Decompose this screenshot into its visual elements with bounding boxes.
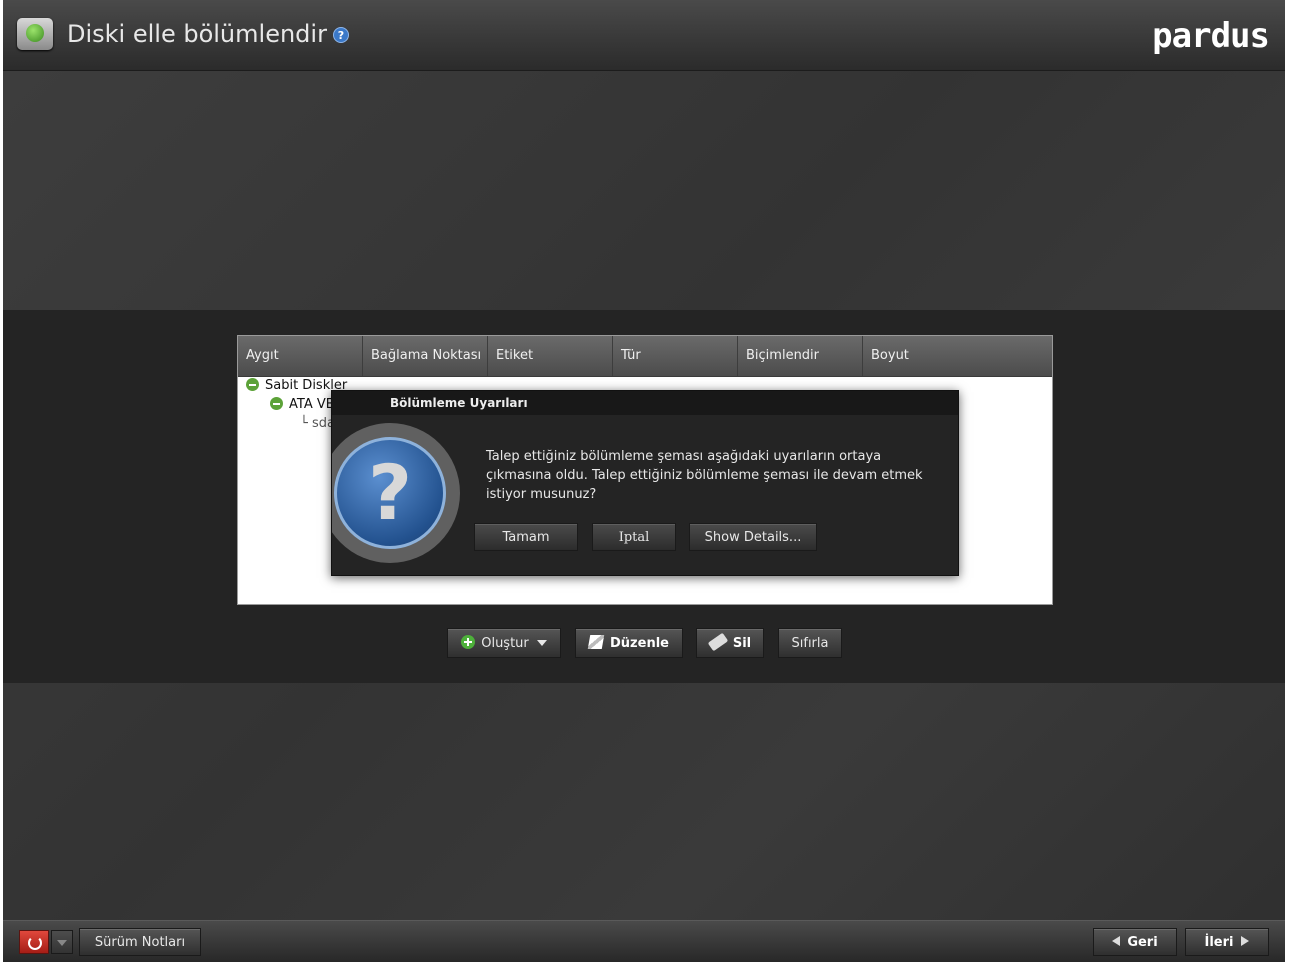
ok-button[interactable]: Tamam <box>474 523 578 551</box>
back-button-label: Geri <box>1127 935 1158 950</box>
delete-button-label: Sil <box>732 636 752 651</box>
page-title: Diski elle bölümlendir <box>67 20 327 48</box>
question-icon: ? <box>334 437 446 549</box>
column-header-format[interactable]: Biçimlendir <box>738 336 863 376</box>
edit-button-label: Düzenle <box>610 636 669 651</box>
installer-window: Diski elle bölümlendir ? pardus Aygıt Ba… <box>3 0 1285 962</box>
next-button-label: İleri <box>1204 935 1234 950</box>
help-icon[interactable]: ? <box>333 27 349 43</box>
column-header-device[interactable]: Aygıt <box>238 336 363 376</box>
eraser-icon <box>707 632 729 652</box>
arrow-right-icon <box>1241 936 1250 946</box>
dialog-title: Bölümleme Uyarıları <box>332 391 958 415</box>
chevron-down-icon <box>536 640 547 646</box>
release-notes-button[interactable]: Sürüm Notları <box>79 928 201 956</box>
partition-warning-dialog: Bölümleme Uyarıları ? Talep ettiğiniz bö… <box>331 390 959 576</box>
pardus-logo: pardus <box>1152 16 1270 56</box>
next-button[interactable]: İleri <box>1185 928 1269 956</box>
table-header: Aygıt Bağlama Noktası Etiket Tür Biçimle… <box>238 336 1052 377</box>
add-icon <box>461 635 476 649</box>
cancel-button[interactable]: Iptal <box>592 523 676 551</box>
disk-icon <box>17 18 53 50</box>
column-header-type[interactable]: Tür <box>613 336 738 376</box>
tree-branch-icon: └ <box>300 416 312 431</box>
show-details-button[interactable]: Show Details... <box>689 523 817 551</box>
arrow-left-icon <box>1112 936 1121 946</box>
question-icon-ring: ? <box>332 423 460 563</box>
back-button[interactable]: Geri <box>1093 928 1177 956</box>
column-header-size[interactable]: Boyut <box>863 336 1052 376</box>
create-button-label: Oluştur <box>481 636 529 651</box>
pencil-icon <box>587 635 605 649</box>
title-bar: Diski elle bölümlendir ? pardus <box>3 0 1285 71</box>
reset-button[interactable]: Sıfırla <box>778 628 842 658</box>
collapse-icon[interactable] <box>270 397 283 410</box>
power-icon[interactable] <box>19 930 49 954</box>
delete-button[interactable]: Sil <box>696 628 764 658</box>
chevron-down-icon[interactable] <box>51 930 73 954</box>
footer-bar: Sürüm Notları Geri İleri <box>3 920 1285 962</box>
collapse-icon[interactable] <box>246 378 259 391</box>
edit-button[interactable]: Düzenle <box>575 628 683 658</box>
column-header-label[interactable]: Etiket <box>488 336 613 376</box>
create-button[interactable]: Oluştur <box>447 628 561 658</box>
dialog-message: Talep ettiğiniz bölümleme şeması aşağıda… <box>486 449 923 502</box>
column-header-mount-point[interactable]: Bağlama Noktası <box>363 336 488 376</box>
